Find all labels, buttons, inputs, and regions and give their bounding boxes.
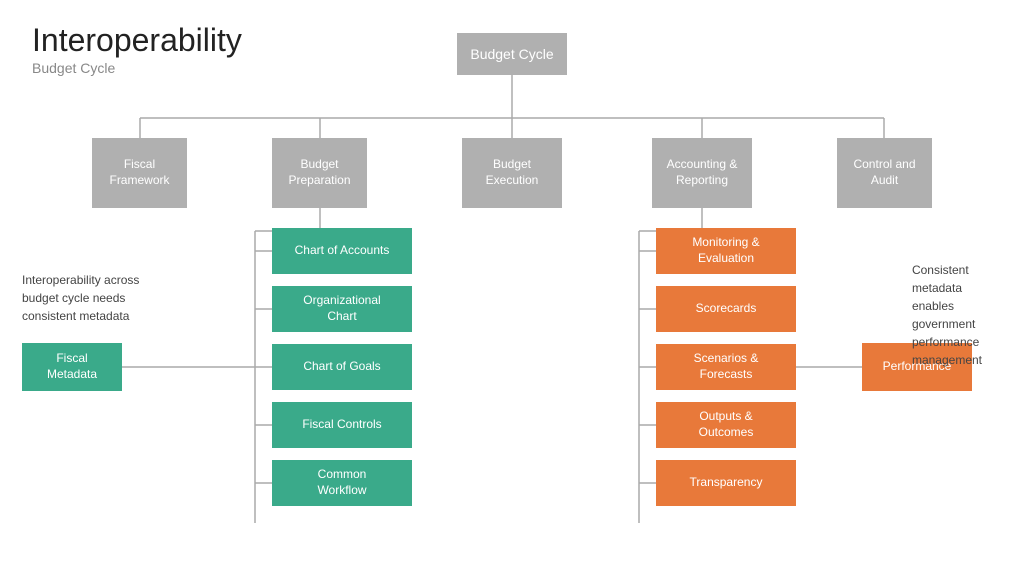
orange-box-outputs-outcomes: Outputs & Outcomes: [656, 402, 796, 448]
main-title: Interoperability: [32, 23, 242, 58]
connector-lines: [22, 13, 1002, 563]
green-box-chart-of-accounts: Chart of Accounts: [272, 228, 412, 274]
title-area: Interoperability Budget Cycle: [32, 23, 242, 76]
gray-box-accounting-reporting: Accounting & Reporting: [652, 138, 752, 208]
orange-box-scenarios-forecasts: Scenarios & Forecasts: [656, 344, 796, 390]
green-box-fiscal-controls: Fiscal Controls: [272, 402, 412, 448]
main-container: Interoperability Budget Cycle: [22, 13, 1002, 563]
orange-box-transparency: Transparency: [656, 460, 796, 506]
left-description-text: Interoperability across budget cycle nee…: [22, 253, 139, 325]
green-box-chart-of-goals: Chart of Goals: [272, 344, 412, 390]
sub-title: Budget Cycle: [32, 60, 242, 76]
gray-box-control-audit: Control and Audit: [837, 138, 932, 208]
orange-box-monitoring-evaluation: Monitoring & Evaluation: [656, 228, 796, 274]
orange-box-scorecards: Scorecards: [656, 286, 796, 332]
budget-cycle-box: Budget Cycle: [457, 33, 567, 75]
gray-box-budget-execution: Budget Execution: [462, 138, 562, 208]
green-box-fiscal-metadata: Fiscal Metadata: [22, 343, 122, 391]
gray-box-fiscal-framework: Fiscal Framework: [92, 138, 187, 208]
green-box-org-chart: Organizational Chart: [272, 286, 412, 332]
gray-box-budget-preparation: Budget Preparation: [272, 138, 367, 208]
right-description-text: Consistent metadata enables government p…: [912, 243, 982, 369]
green-box-common-workflow: Common Workflow: [272, 460, 412, 506]
